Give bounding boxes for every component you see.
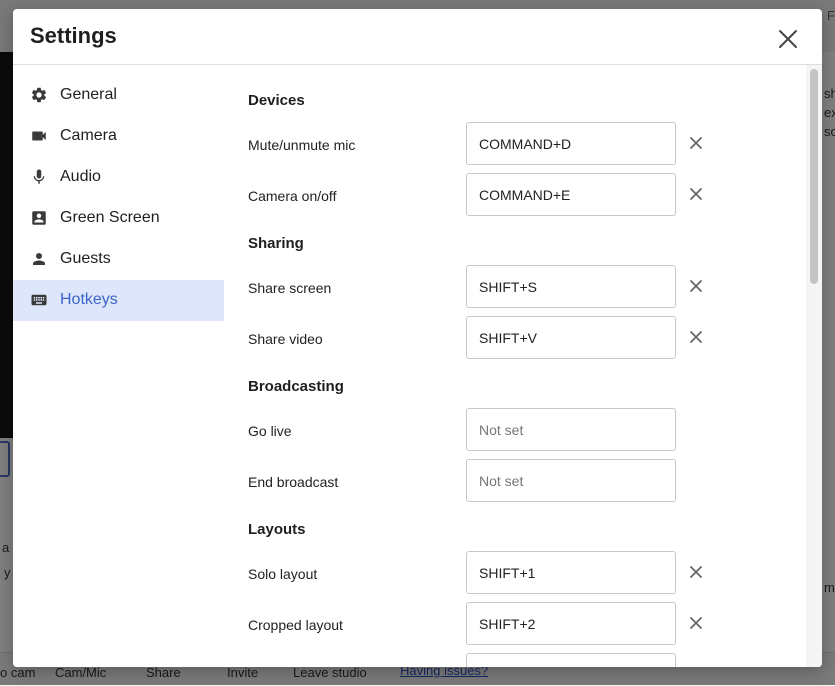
- sidebar-item-general[interactable]: General: [13, 75, 224, 116]
- clear-icon: [690, 617, 702, 629]
- hotkey-label: Cropped layout: [248, 617, 343, 633]
- section-title-devices: Devices: [248, 92, 305, 109]
- settings-modal: Settings General Camera Audio Green Scre…: [13, 9, 822, 667]
- hotkey-input-share-screen[interactable]: [466, 265, 676, 308]
- video-camera-icon: [32, 131, 46, 141]
- sidebar-item-green-screen[interactable]: Green Screen: [13, 198, 224, 239]
- clear-icon: [690, 566, 702, 578]
- hotkey-label: Camera on/off: [248, 188, 337, 204]
- modal-title: Settings: [30, 23, 117, 48]
- person-icon: [33, 253, 45, 265]
- hotkey-input-cropped-layout[interactable]: [466, 602, 676, 645]
- hotkey-input-mute-mic[interactable]: [466, 122, 676, 165]
- clear-hotkey-button[interactable]: [688, 564, 704, 580]
- hotkey-label: Share video: [248, 331, 323, 347]
- section-title-broadcasting: Broadcasting: [248, 378, 344, 395]
- clear-icon: [690, 331, 702, 343]
- sidebar-item-label: Hotkeys: [60, 291, 118, 308]
- hotkey-input-next[interactable]: [466, 653, 676, 667]
- hotkeys-panel: Devices Mute/unmute mic Camera on/off Sh…: [224, 65, 822, 667]
- clear-icon: [690, 137, 702, 149]
- hotkey-label: Go live: [248, 423, 292, 439]
- keyboard-icon: [31, 294, 47, 306]
- sidebar-item-camera[interactable]: Camera: [13, 116, 224, 157]
- hotkey-label: Solo layout: [248, 566, 318, 582]
- sidebar-item-label: Audio: [60, 168, 101, 185]
- clear-icon: [690, 188, 702, 200]
- sidebar-item-audio[interactable]: Audio: [13, 157, 224, 198]
- gear-icon: [31, 87, 47, 103]
- sidebar-item-label: General: [60, 86, 117, 103]
- sidebar-item-label: Green Screen: [60, 209, 160, 226]
- person-badge-icon: [32, 211, 46, 225]
- settings-sidebar: General Camera Audio Green Screen Guests: [13, 65, 224, 667]
- sidebar-item-hotkeys[interactable]: Hotkeys: [13, 280, 224, 321]
- sidebar-item-label: Guests: [60, 250, 111, 267]
- scrollbar-thumb[interactable]: [810, 69, 818, 284]
- clear-hotkey-button[interactable]: [688, 329, 704, 345]
- hotkey-label: End broadcast: [248, 474, 339, 490]
- hotkey-input-camera[interactable]: [466, 173, 676, 216]
- hotkey-input-end-broadcast[interactable]: [466, 459, 676, 502]
- section-title-sharing: Sharing: [248, 235, 304, 252]
- hotkey-input-share-video[interactable]: [466, 316, 676, 359]
- hotkey-input-solo-layout[interactable]: [466, 551, 676, 594]
- modal-header: Settings: [13, 9, 822, 65]
- clear-icon: [690, 280, 702, 292]
- sidebar-item-label: Camera: [60, 127, 117, 144]
- microphone-icon: [33, 169, 45, 184]
- hotkey-label: Share screen: [248, 280, 332, 296]
- close-button[interactable]: [775, 26, 801, 52]
- hotkey-input-go-live[interactable]: [466, 408, 676, 451]
- section-title-layouts: Layouts: [248, 521, 306, 538]
- sidebar-item-guests[interactable]: Guests: [13, 239, 224, 280]
- hotkey-label: Mute/unmute mic: [248, 137, 356, 153]
- clear-hotkey-button[interactable]: [688, 135, 704, 151]
- close-icon: [779, 30, 797, 48]
- clear-hotkey-button[interactable]: [688, 186, 704, 202]
- clear-hotkey-button[interactable]: [688, 278, 704, 294]
- clear-hotkey-button[interactable]: [688, 615, 704, 631]
